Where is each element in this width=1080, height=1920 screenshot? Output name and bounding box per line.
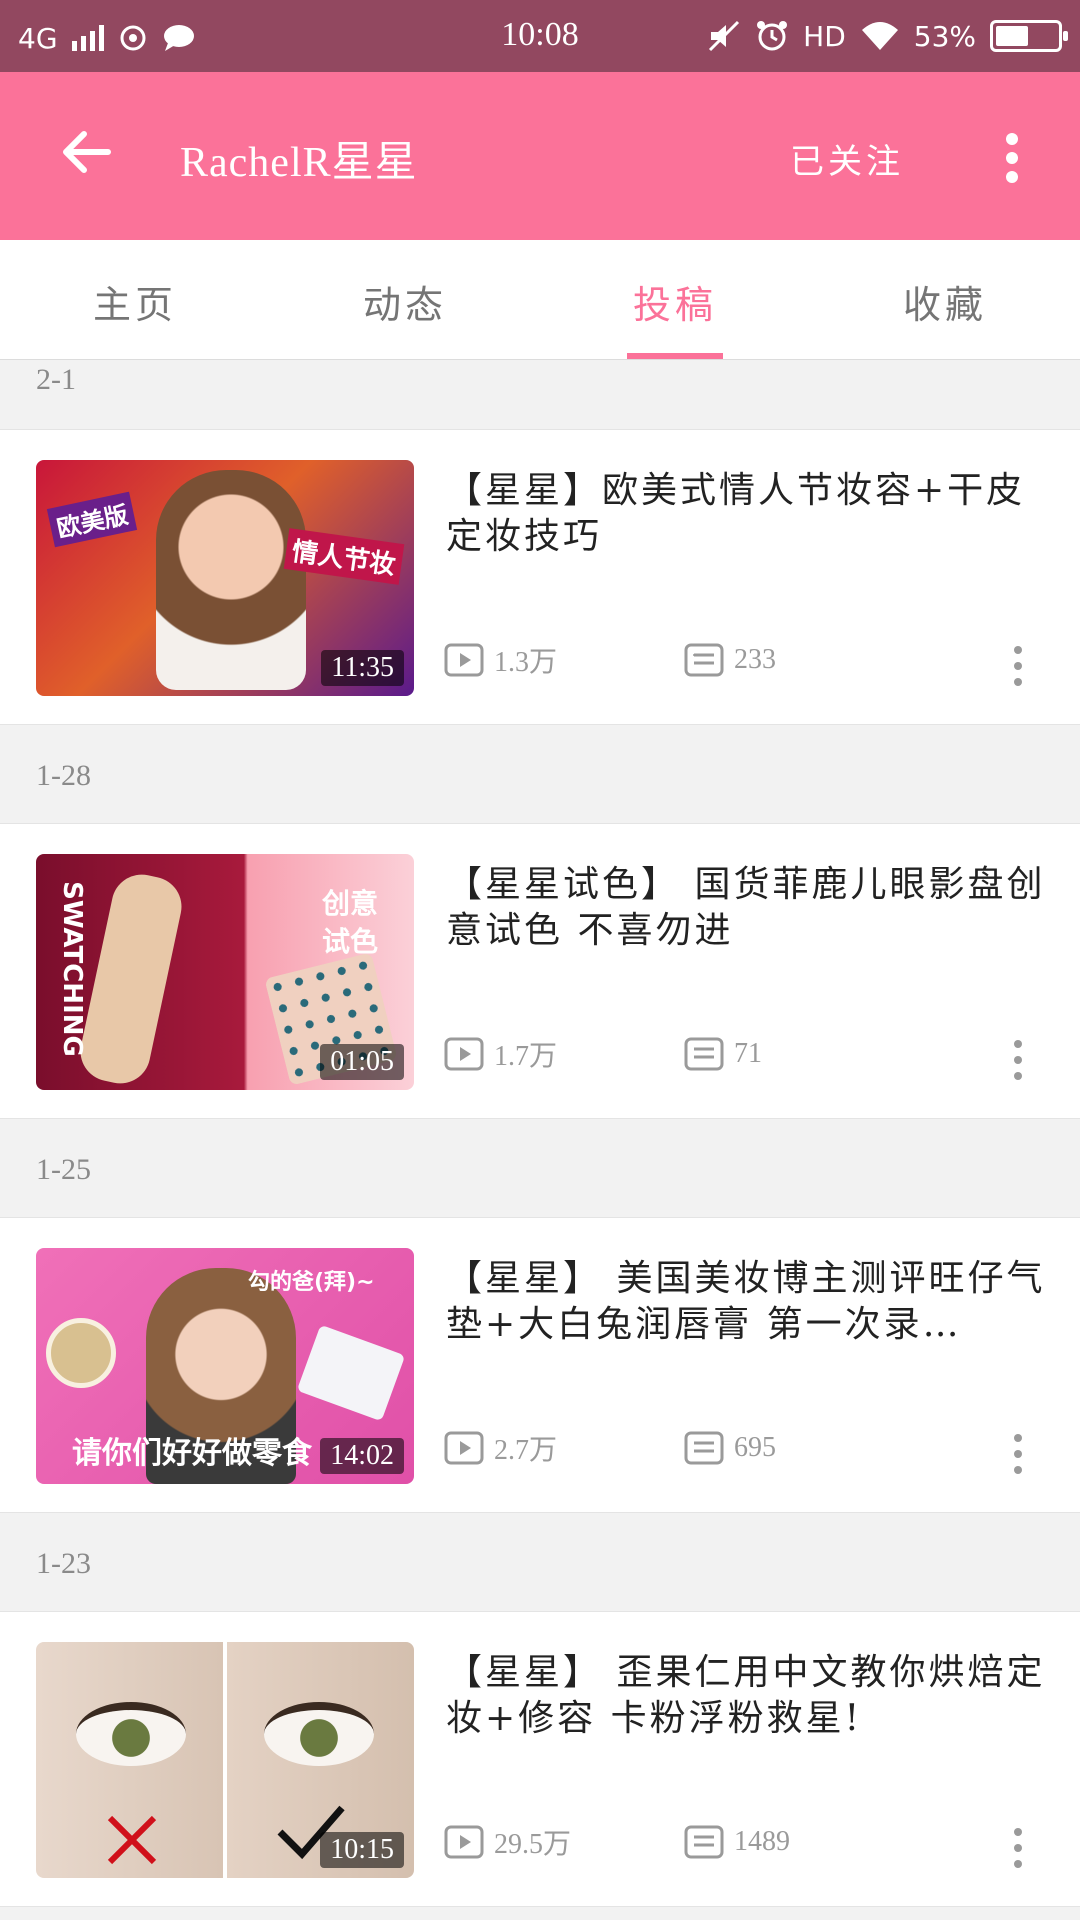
wifi-icon	[861, 22, 898, 50]
cross-mark-icon	[107, 1815, 157, 1865]
comment-count: 233	[734, 644, 776, 675]
date-header: 1-25	[0, 1119, 1080, 1217]
thumbnail-caption: 欧美版	[46, 491, 138, 548]
video-duration: 10:15	[320, 1832, 404, 1868]
play-count-icon	[444, 1825, 484, 1859]
date-header: 1-23	[0, 1513, 1080, 1611]
comment-count: 695	[734, 1432, 776, 1463]
tab-favorites[interactable]: 收藏	[810, 240, 1080, 359]
video-thumbnail[interactable]: 勾的爸(拜)~ 请你们好好做零食 14:02	[36, 1248, 414, 1484]
thumbnail-caption: 勾的爸(拜)~	[248, 1270, 375, 1295]
battery-icon	[990, 20, 1068, 52]
battery-percent: 53%	[913, 19, 976, 53]
comment-count-icon	[684, 1825, 724, 1859]
tab-dynamics[interactable]: 动态	[270, 240, 540, 359]
tab-submissions[interactable]: 投稿	[540, 240, 810, 359]
more-options-icon[interactable]	[996, 132, 1028, 184]
video-title[interactable]: 【星星试色】 国货菲鹿儿眼影盘创意试色 不喜勿进	[446, 862, 1046, 954]
item-more-icon[interactable]	[1010, 644, 1026, 688]
follow-button[interactable]: 已关注	[790, 134, 904, 183]
status-bar: 4G 10:08 HD 53%	[0, 0, 1080, 72]
video-list: 2-1 欧美版 情人节妆 11:35 【星星】欧美式情人节妆容+干皮定妆技巧 1…	[0, 361, 1080, 1907]
video-item[interactable]: 10:15 【星星】 歪果仁用中文教你烘焙定妆+修容 卡粉浮粉救星! 29.5万…	[0, 1611, 1080, 1907]
alarm-icon	[757, 21, 788, 51]
play-count-icon	[444, 1431, 484, 1465]
video-item[interactable]: SWATCHING 创意 试色 01:05 【星星试色】 国货菲鹿儿眼影盘创意试…	[0, 823, 1080, 1119]
thumbnail-caption: 试色	[322, 925, 379, 958]
tab-bar: 主页 动态 投稿 收藏	[0, 240, 1080, 360]
play-count-icon	[444, 1037, 484, 1071]
hd-indicator: HD	[803, 19, 846, 53]
comment-count-icon	[684, 1037, 724, 1071]
video-title[interactable]: 【星星】 歪果仁用中文教你烘焙定妆+修容 卡粉浮粉救星!	[446, 1650, 1046, 1742]
video-thumbnail[interactable]: 10:15	[36, 1642, 414, 1878]
date-header: 1-28	[0, 725, 1080, 823]
date-header: 2-1	[0, 361, 1080, 429]
comment-count: 1489	[734, 1826, 790, 1857]
view-count: 1.7万	[494, 1041, 558, 1072]
comment-count-icon	[684, 1431, 724, 1465]
item-more-icon[interactable]	[1010, 1432, 1026, 1476]
video-duration: 14:02	[320, 1438, 404, 1474]
comment-count-icon	[684, 643, 724, 677]
back-arrow-icon[interactable]	[58, 124, 114, 180]
app-bar: RachelR星星 已关注	[0, 72, 1080, 240]
video-duration: 01:05	[320, 1044, 404, 1080]
play-count-icon	[444, 643, 484, 677]
item-more-icon[interactable]	[1010, 1038, 1026, 1082]
thumbnail-caption: 创意	[322, 887, 379, 920]
mute-icon	[709, 20, 740, 52]
tab-home[interactable]: 主页	[0, 240, 270, 359]
video-thumbnail[interactable]: SWATCHING 创意 试色 01:05	[36, 854, 414, 1090]
thumbnail-caption: 请你们好好做零食	[72, 1436, 312, 1471]
item-more-icon[interactable]	[1010, 1826, 1026, 1870]
thumbnail-caption: SWATCHING	[56, 881, 87, 1057]
view-count: 1.3万	[494, 647, 558, 678]
video-title[interactable]: 【星星】 美国美妆博主测评旺仔气垫+大白兔润唇膏 第一次录…	[446, 1256, 1046, 1348]
view-count: 2.7万	[494, 1435, 558, 1466]
video-item[interactable]: 欧美版 情人节妆 11:35 【星星】欧美式情人节妆容+干皮定妆技巧 1.3万 …	[0, 429, 1080, 725]
comment-count: 71	[734, 1038, 762, 1069]
video-title[interactable]: 【星星】欧美式情人节妆容+干皮定妆技巧	[446, 468, 1046, 560]
page-title: RachelR星星	[180, 140, 418, 186]
video-item[interactable]: 勾的爸(拜)~ 请你们好好做零食 14:02 【星星】 美国美妆博主测评旺仔气垫…	[0, 1217, 1080, 1513]
view-count: 29.5万	[494, 1829, 572, 1860]
video-duration: 11:35	[321, 650, 404, 686]
video-thumbnail[interactable]: 欧美版 情人节妆 11:35	[36, 460, 414, 696]
